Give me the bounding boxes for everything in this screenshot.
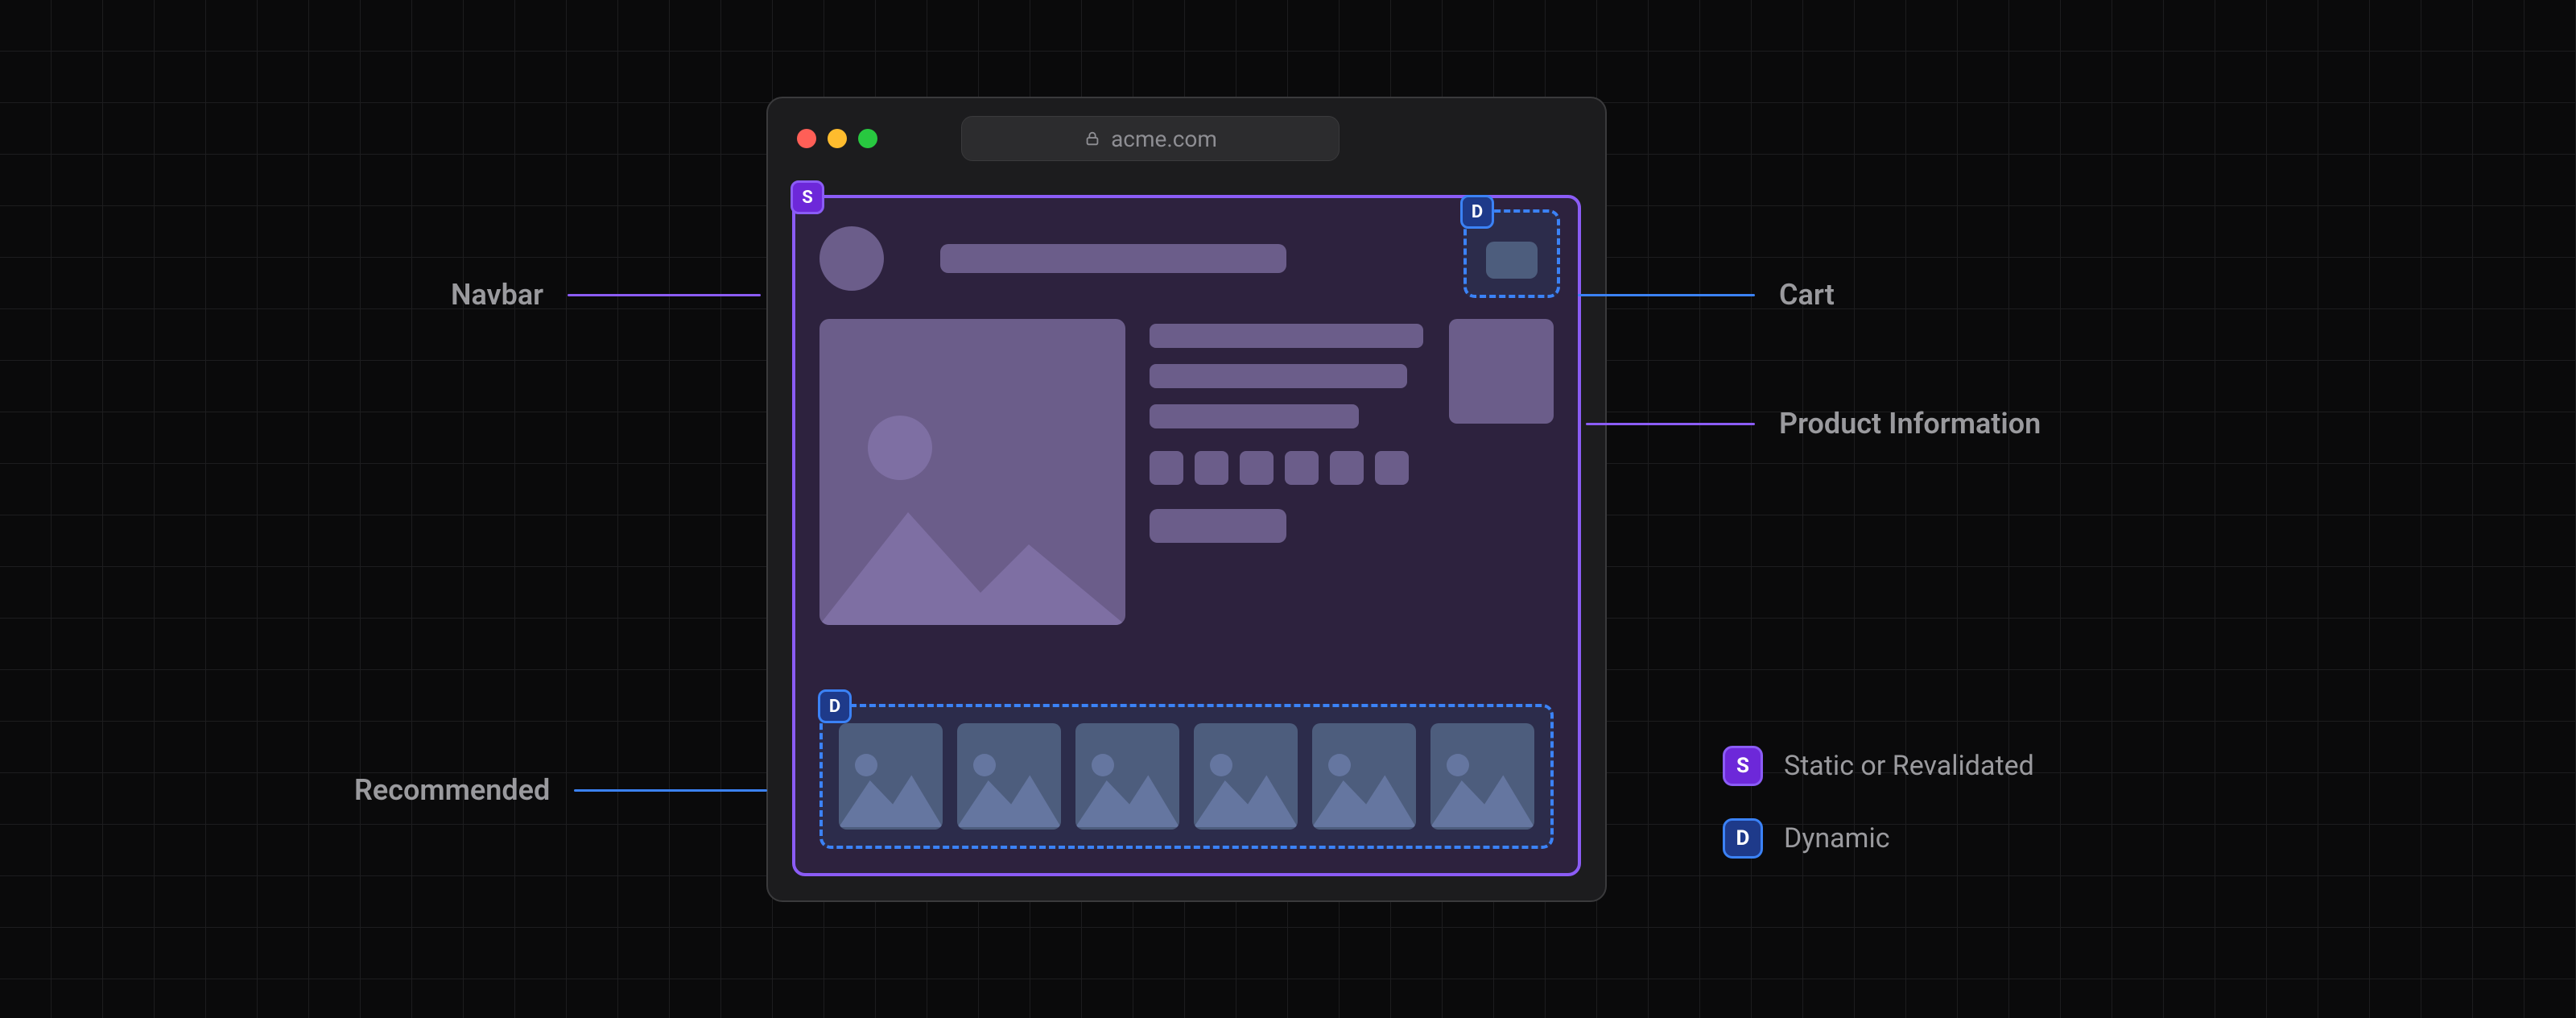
callout-recommended: Recommended [354,773,767,807]
swatch [1330,451,1364,485]
mountain-icon [957,723,1061,827]
mountain-icon [1312,723,1416,827]
rec-card [1312,723,1416,830]
swatch [1240,451,1274,485]
swatch [1285,451,1319,485]
browser-window: acme.com S D [766,97,1607,902]
text-line [1150,324,1423,348]
static-badge: S [791,180,824,214]
callout-cart: Cart [1578,278,1835,312]
callout-product-info: Product Information [1586,407,2041,441]
product-image-placeholder [819,319,1125,625]
dynamic-badge-rec: D [818,689,852,723]
text-line [1150,404,1359,428]
recommended-dynamic-region: D [819,704,1554,849]
legend-static: S Static or Revalidated [1723,746,2034,786]
rec-card [1430,723,1534,830]
callout-label: Product Information [1779,407,2041,441]
callout-label: Navbar [451,278,543,312]
mountain-icon [1194,723,1298,827]
browser-titlebar: acme.com [768,98,1605,179]
rec-card [1194,723,1298,830]
mountain-icon [1430,723,1534,827]
swatch [1195,451,1228,485]
navbar-skeleton [819,222,1554,295]
button-placeholder [1150,509,1286,543]
swatch [1375,451,1409,485]
address-text: acme.com [1111,126,1217,152]
legend-dynamic-badge: D [1723,818,1763,859]
product-text-lines [1150,319,1425,625]
lock-icon [1084,130,1101,147]
search-placeholder [940,244,1286,273]
legend-dynamic-label: Dynamic [1784,822,1890,855]
legend-dynamic: D Dynamic [1723,818,2034,859]
product-info-skeleton [819,319,1554,625]
dynamic-badge-cart: D [1460,195,1494,229]
text-line [1150,364,1407,388]
mountain-icon [1075,723,1179,827]
mountain-icon [819,464,1125,625]
traffic-lights [797,129,877,148]
legend-static-label: Static or Revalidated [1784,750,2034,782]
recommended-row [839,723,1534,830]
minimize-icon [828,129,847,148]
maximize-icon [858,129,877,148]
close-icon [797,129,816,148]
rec-card [839,723,943,830]
cart-dynamic-region: D [1463,209,1560,298]
callout-label: Recommended [354,773,550,807]
rec-card [1075,723,1179,830]
mountain-icon [839,723,943,827]
callout-navbar: Navbar [451,278,761,312]
static-region: S D [792,195,1581,876]
address-bar: acme.com [961,116,1340,161]
diagram-stage: acme.com S D [0,0,2576,1018]
swatch-row [1150,451,1425,485]
avatar-placeholder [819,226,884,291]
side-square-placeholder [1449,319,1554,424]
swatch [1150,451,1183,485]
legend: S Static or Revalidated D Dynamic [1723,746,2034,859]
callout-label: Cart [1779,278,1835,312]
legend-static-badge: S [1723,746,1763,786]
cart-button-placeholder [1486,242,1538,279]
rec-card [957,723,1061,830]
